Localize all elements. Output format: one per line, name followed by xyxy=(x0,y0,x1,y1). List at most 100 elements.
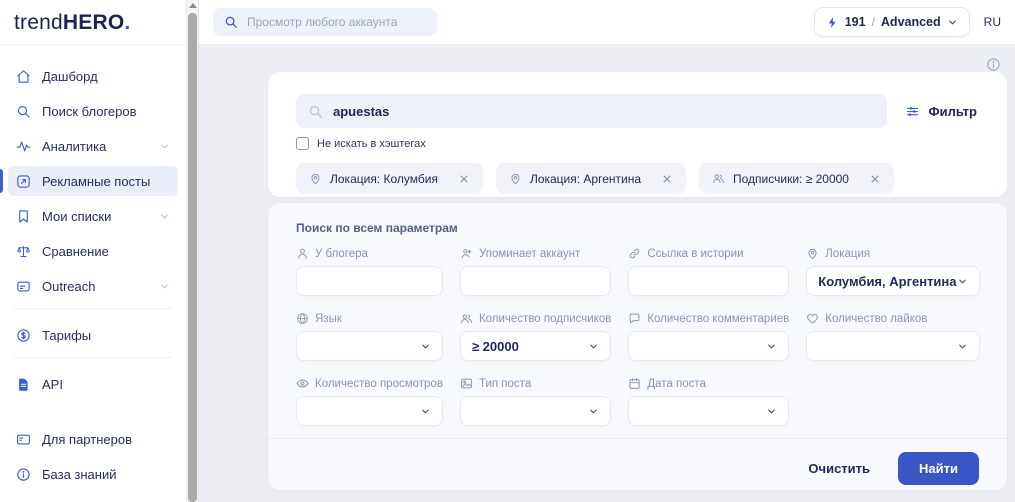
sidebar-item-dashboard[interactable]: Дашборд xyxy=(8,61,178,91)
parameters-grid: У блогера Упоминает аккаунт Ссылка в ист… xyxy=(296,247,979,426)
followers-count-value: ≥ 20000 xyxy=(472,339,519,354)
sidebar-item-outreach[interactable]: Outreach xyxy=(8,271,178,301)
logo-hero: HERO xyxy=(63,11,124,34)
field-post-date: Дата поста xyxy=(628,377,789,426)
sidebar-item-partners[interactable]: Для партнеров xyxy=(8,424,178,454)
field-comments-count: Количество комментариев xyxy=(628,312,789,361)
sidebar-item-label: API xyxy=(42,377,63,392)
field-label: Локация xyxy=(825,248,870,260)
hashtag-checkbox-row: Не искать в хэштегах xyxy=(296,137,979,150)
chevron-down-icon xyxy=(159,211,170,222)
keyword-search-field[interactable] xyxy=(296,94,887,128)
search-submit-button[interactable]: Найти xyxy=(898,452,979,485)
field-label: Дата поста xyxy=(647,378,706,390)
sidebar-footer: Для партнеров База знаний xyxy=(0,424,186,502)
chip-label: Локация: Аргентина xyxy=(530,172,641,186)
image-icon xyxy=(460,377,473,390)
plan-dropdown[interactable]: 191 / Advanced xyxy=(814,7,970,37)
field-post-type: Тип поста xyxy=(460,377,611,426)
logo[interactable]: trendHERO. xyxy=(0,0,186,45)
field-by-blogger: У блогера xyxy=(296,247,443,296)
eye-icon xyxy=(296,377,309,390)
field-label: Тип поста xyxy=(479,378,531,390)
comments-count-select[interactable] xyxy=(628,331,789,361)
chevron-down-icon xyxy=(588,406,599,417)
sidebar-item-tariffs[interactable]: Тарифы xyxy=(8,320,178,350)
filter-icon xyxy=(905,104,920,119)
search-icon xyxy=(224,15,238,29)
content-area: Фильтр Не искать в хэштегах Локация: Кол… xyxy=(199,44,1015,502)
info-icon[interactable] xyxy=(986,57,1001,72)
search-panel: Фильтр Не искать в хэштегах Локация: Кол… xyxy=(268,72,1007,197)
chip-label: Локация: Колумбия xyxy=(330,172,438,186)
sidebar-item-label: Outreach xyxy=(42,279,95,294)
location-select[interactable]: Колумбия, Аргентина xyxy=(806,266,979,296)
filter-button[interactable]: Фильтр xyxy=(903,104,979,119)
chip-location-colombia: Локация: Колумбия xyxy=(296,163,483,194)
info-icon xyxy=(16,467,31,482)
location-icon xyxy=(806,247,819,260)
dollar-icon xyxy=(16,328,31,343)
field-likes-count: Количество лайков xyxy=(806,312,979,361)
sidebar-item-my-lists[interactable]: Мои списки xyxy=(8,201,178,231)
likes-count-select[interactable] xyxy=(806,331,979,361)
post-type-select[interactable] xyxy=(460,396,611,426)
chip-location-argentina: Локация: Аргентина xyxy=(496,163,686,194)
close-icon[interactable] xyxy=(661,173,673,185)
location-icon xyxy=(309,172,322,185)
plan-name: Advanced xyxy=(881,15,941,29)
location-icon xyxy=(509,172,522,185)
heart-icon xyxy=(806,312,819,325)
followers-count-select[interactable]: ≥ 20000 xyxy=(460,331,611,361)
credits-count: 191 xyxy=(845,15,866,29)
close-icon[interactable] xyxy=(458,173,470,185)
analytics-icon xyxy=(16,139,31,154)
comment-icon xyxy=(628,312,641,325)
scrollbar-up-arrow[interactable] xyxy=(189,3,197,8)
keyword-search-input[interactable] xyxy=(333,104,875,119)
globe-icon xyxy=(296,312,309,325)
home-icon xyxy=(16,69,31,84)
views-count-select[interactable] xyxy=(296,396,443,426)
sidebar-item-comparison[interactable]: Сравнение xyxy=(8,236,178,266)
lightning-icon xyxy=(826,16,839,29)
sidebar: trendHERO. Дашборд Поиск блогеров Аналит… xyxy=(0,0,186,502)
language-select[interactable] xyxy=(296,331,443,361)
topbar: 191 / Advanced RU xyxy=(199,0,1015,44)
sidebar-item-analytics[interactable]: Аналитика xyxy=(8,131,178,161)
account-search[interactable] xyxy=(213,8,437,36)
language-switcher[interactable]: RU xyxy=(984,15,1001,29)
chevron-down-icon xyxy=(957,276,968,287)
section-title: Поиск по всем параметрам xyxy=(296,221,979,235)
by-blogger-input[interactable] xyxy=(308,274,431,289)
field-story-link: Ссылка в истории xyxy=(628,247,789,296)
chip-followers: Подписчики: ≥ 20000 xyxy=(699,163,894,194)
close-icon[interactable] xyxy=(869,173,881,185)
sidebar-item-knowledge-base[interactable]: База знаний xyxy=(8,459,178,489)
sidebar-nav: Дашборд Поиск блогеров Аналитика Рекламн… xyxy=(0,45,186,404)
sidebar-item-api[interactable]: API xyxy=(8,369,178,399)
field-label: Язык xyxy=(315,313,342,325)
mentions-account-input[interactable] xyxy=(472,274,599,289)
followers-icon xyxy=(460,312,473,325)
bookmark-icon xyxy=(16,209,31,224)
hashtag-checkbox[interactable] xyxy=(296,137,309,150)
form-footer: Очистить Найти xyxy=(296,439,979,485)
account-search-input[interactable] xyxy=(247,15,426,29)
clear-button[interactable]: Очистить xyxy=(808,461,870,476)
chevron-down-icon xyxy=(766,406,777,417)
grid-empty-cell xyxy=(806,377,979,426)
sidebar-item-label: Для партнеров xyxy=(42,432,132,447)
main-area: 191 / Advanced RU Ф xyxy=(199,0,1015,502)
story-link-input[interactable] xyxy=(640,274,777,289)
sidebar-item-label: Мои списки xyxy=(42,209,111,224)
sidebar-scrollbar[interactable] xyxy=(186,0,199,502)
sidebar-item-label: Аналитика xyxy=(42,139,106,154)
scrollbar-thumb[interactable] xyxy=(188,13,197,502)
sidebar-item-ad-posts[interactable]: Рекламные посты xyxy=(8,166,178,196)
sidebar-item-search-bloggers[interactable]: Поиск блогеров xyxy=(8,96,178,126)
file-icon xyxy=(16,377,31,392)
post-date-select[interactable] xyxy=(628,396,789,426)
field-followers-count: Количество подписчиков ≥ 20000 xyxy=(460,312,611,361)
chevron-down-icon xyxy=(159,281,170,292)
